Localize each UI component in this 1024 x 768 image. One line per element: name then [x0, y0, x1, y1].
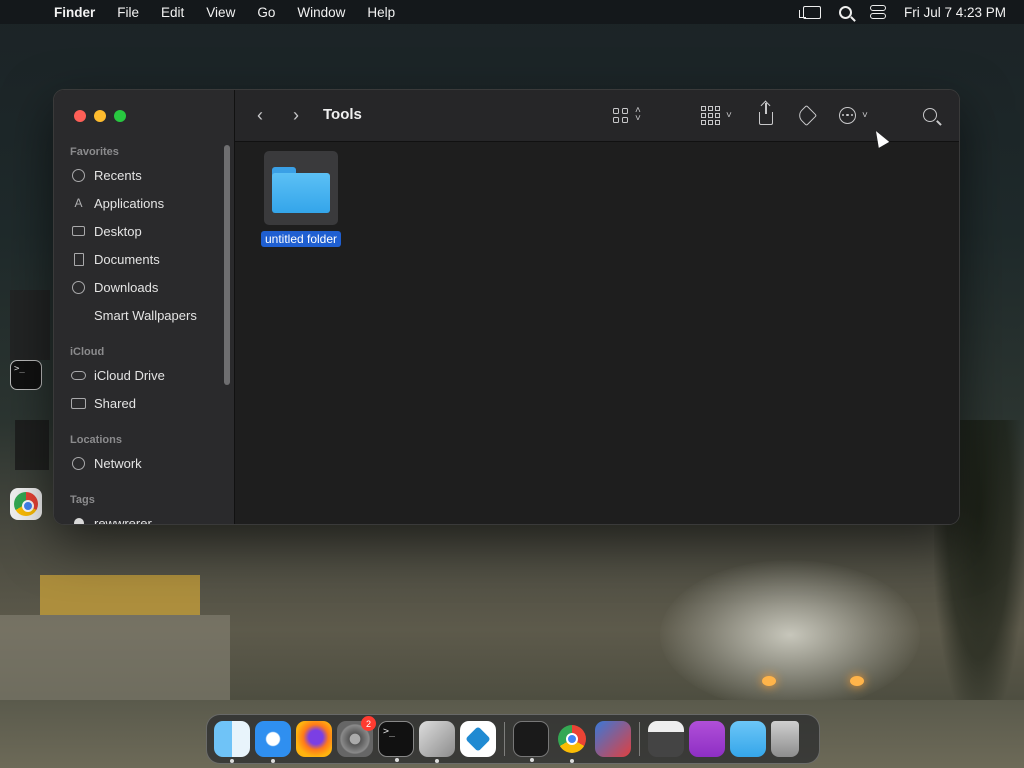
chevron-left-icon: ‹: [257, 104, 263, 125]
dock-purple-folder-icon[interactable]: [689, 721, 725, 757]
wallpaper-storm: [660, 560, 920, 710]
sidebar-section-tags: Tags: [70, 494, 95, 506]
search-icon: [923, 108, 937, 122]
wallpaper-building: [0, 615, 230, 705]
dock-vscode-icon[interactable]: [460, 721, 496, 757]
updown-chevron-icon: ˄ ˅: [635, 105, 641, 124]
dock-window-app-icon[interactable]: [648, 721, 684, 757]
menu-go[interactable]: Go: [246, 5, 286, 20]
share-button[interactable]: [759, 102, 773, 126]
dock-safari-icon[interactable]: [255, 721, 291, 763]
sidebar-item-icloud-drive[interactable]: iCloud Drive: [71, 364, 165, 386]
sidebar-item-documents[interactable]: Documents: [71, 248, 160, 270]
dock-chrome-icon[interactable]: [554, 721, 590, 763]
spotlight-search-icon[interactable]: [838, 5, 852, 19]
menu-file[interactable]: File: [106, 5, 150, 20]
file-item-selection-bg: [264, 151, 338, 225]
dock-system-settings-icon[interactable]: 2: [337, 716, 376, 757]
search-button[interactable]: [923, 104, 937, 126]
menu-bar: Finder File Edit View Go Window Help Fri…: [0, 0, 1024, 24]
sidebar-item-applications[interactable]: A Applications: [71, 192, 164, 214]
file-browser-content[interactable]: untitled folder: [235, 143, 959, 524]
dock: 2 >_: [206, 714, 820, 764]
sidebar-item-downloads[interactable]: Downloads: [71, 276, 158, 298]
terminal-window-icon[interactable]: >_: [10, 360, 42, 390]
sidebar-item-smart-wallpapers[interactable]: Smart Wallpapers: [71, 304, 197, 326]
sidebar: Favorites Recents A Applications Desktop…: [54, 90, 235, 524]
menu-help[interactable]: Help: [356, 5, 406, 20]
shared-folder-icon: [71, 396, 86, 411]
sidebar-section-locations: Locations: [70, 434, 122, 446]
window-title: Tools: [323, 106, 362, 123]
cloud-icon: [71, 368, 86, 383]
wallpaper-light: [850, 676, 864, 686]
forward-button[interactable]: ›: [293, 104, 299, 126]
close-button[interactable]: [74, 110, 86, 122]
applications-icon: A: [74, 196, 83, 210]
sidebar-section-icloud: iCloud: [70, 346, 105, 358]
menu-view[interactable]: View: [195, 5, 246, 20]
more-actions-button[interactable]: ˅: [839, 104, 868, 126]
dock-ruler-app-icon[interactable]: [419, 721, 455, 763]
minimize-button[interactable]: [94, 110, 106, 122]
dock-separator: [639, 722, 640, 756]
sidebar-item-network[interactable]: Network: [71, 452, 142, 474]
sidebar-section-favorites: Favorites: [70, 146, 119, 158]
sidebar-item-desktop[interactable]: Desktop: [71, 220, 142, 242]
menu-clock[interactable]: Fri Jul 7 4:23 PM: [904, 5, 1006, 20]
dock-terminal-icon[interactable]: >_: [378, 721, 414, 762]
tag-dot-icon: [71, 516, 86, 524]
dock-rocket-app-icon[interactable]: [595, 721, 631, 757]
zoom-button[interactable]: [114, 110, 126, 122]
sidebar-item-recents[interactable]: Recents: [71, 164, 142, 186]
chevron-down-icon: ˅: [862, 109, 868, 121]
document-icon: [71, 252, 86, 267]
dock-finder-icon[interactable]: [214, 721, 250, 763]
group-button[interactable]: ˅: [701, 104, 732, 126]
icon-view-icon: [613, 107, 628, 123]
menu-window[interactable]: Window: [286, 5, 356, 20]
sidebar-scrollbar[interactable]: [224, 145, 230, 385]
desktop-icon: [71, 224, 86, 239]
wallpaper-light: [762, 676, 776, 686]
download-icon: [71, 280, 86, 295]
gear-icon: [71, 308, 86, 323]
sidebar-item-shared[interactable]: Shared: [71, 392, 136, 414]
menu-edit[interactable]: Edit: [150, 5, 195, 20]
chevron-down-icon: ˅: [726, 109, 732, 121]
share-icon: [759, 102, 773, 125]
window-controls: [74, 110, 126, 122]
clock-icon: [71, 168, 86, 183]
group-grid-icon: [701, 105, 720, 125]
wallpaper-sign: [40, 575, 200, 615]
dock-separator: [504, 722, 505, 756]
chrome-window-icon[interactable]: [10, 488, 42, 520]
toolbar: ‹ › Tools ˄ ˅ ˅ ˅: [235, 90, 959, 142]
app-menu[interactable]: Finder: [54, 5, 106, 20]
file-item-untitled-folder[interactable]: untitled folder: [257, 151, 345, 248]
file-item-label[interactable]: untitled folder: [260, 231, 342, 247]
back-button[interactable]: ‹: [257, 104, 263, 126]
tag-icon: [795, 104, 818, 126]
folder-icon: [272, 167, 330, 213]
finder-window: Favorites Recents A Applications Desktop…: [53, 89, 960, 525]
ellipsis-circle-icon: [839, 106, 856, 124]
dock-trash-icon[interactable]: [771, 721, 799, 757]
globe-icon: [71, 456, 86, 471]
notification-badge: 2: [361, 716, 376, 731]
screen-mirroring-icon[interactable]: [798, 5, 821, 19]
background-window-thumbnail: [15, 420, 49, 470]
control-center-icon[interactable]: [869, 5, 886, 19]
chevron-right-icon: ›: [293, 104, 299, 125]
dock-blue-folder-icon[interactable]: [730, 721, 766, 757]
tags-button[interactable]: [795, 104, 818, 126]
dock-firefox-icon[interactable]: [296, 721, 332, 757]
view-mode-button[interactable]: ˄ ˅: [613, 104, 641, 126]
sidebar-item-tag[interactable]: rewwrerer: [71, 512, 152, 524]
dock-activity-monitor-icon[interactable]: [513, 721, 549, 762]
background-window-thumbnail: [10, 290, 50, 360]
